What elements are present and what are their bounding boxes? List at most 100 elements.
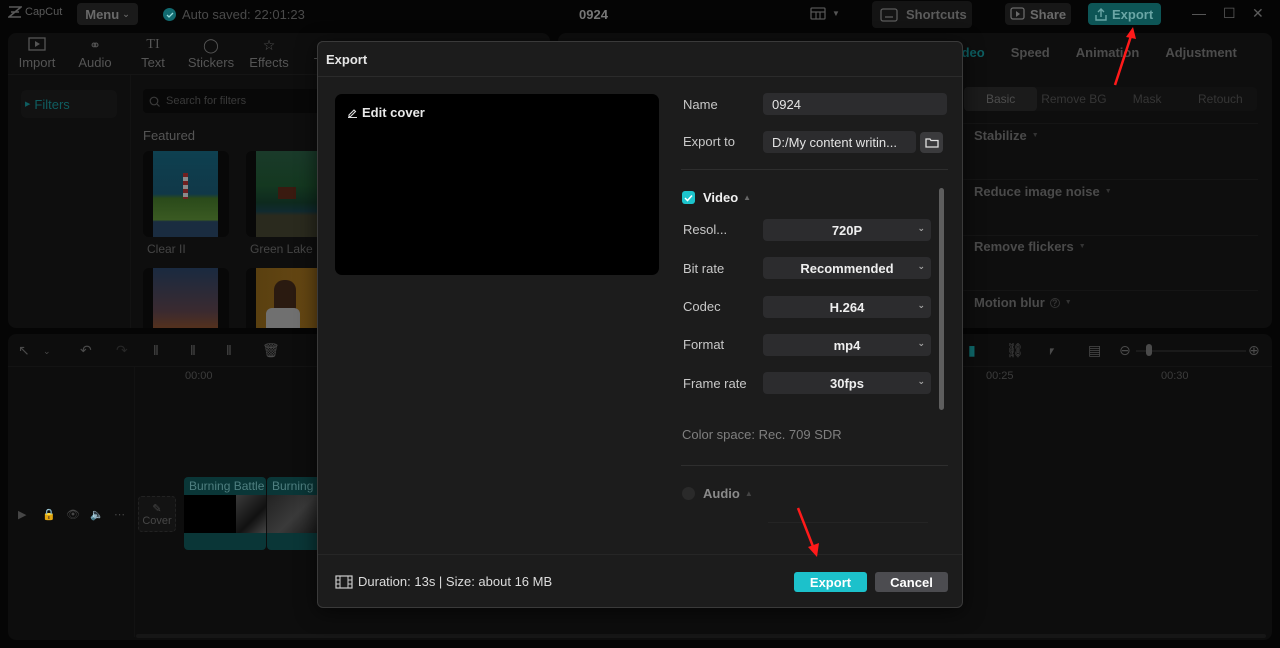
- divider: [958, 179, 1258, 180]
- share-button[interactable]: Share: [1005, 3, 1071, 25]
- subtab-retouch[interactable]: Retouch: [1184, 87, 1257, 111]
- undo-icon[interactable]: ↶: [80, 342, 92, 359]
- autosave-text: Auto saved: 22:01:23: [182, 7, 305, 22]
- export-top-label: Export: [1112, 6, 1154, 22]
- name-input[interactable]: 0924: [763, 93, 947, 115]
- lighthouse-image: [153, 151, 218, 237]
- tab-text-label: Text: [141, 55, 165, 70]
- delete-icon[interactable]: 🗑: [262, 342, 280, 359]
- checkmark-icon: [684, 194, 693, 202]
- name-label: Name: [683, 97, 718, 112]
- divider: [130, 75, 131, 328]
- zoom-out-icon[interactable]: ⊖: [1119, 342, 1131, 359]
- tab-text[interactable]: TI Text: [124, 33, 182, 74]
- split-right-icon[interactable]: ‖: [226, 342, 232, 358]
- divider: [681, 169, 948, 170]
- upload-icon: [1095, 7, 1107, 21]
- select-tool-icon[interactable]: ↖: [18, 342, 30, 359]
- filter-thumbnail-clear-ii[interactable]: [143, 151, 229, 237]
- subtab-mask[interactable]: Mask: [1111, 87, 1184, 111]
- zoom-slider[interactable]: [1136, 344, 1246, 356]
- reduce-noise-row[interactable]: Reduce image noise ▼: [974, 184, 1112, 199]
- resolution-select[interactable]: 720P ⌄: [763, 219, 931, 241]
- more-icon[interactable]: ⋯: [114, 508, 125, 521]
- shortcuts-button[interactable]: Shortcuts: [872, 1, 972, 28]
- stickers-icon: ◯: [203, 37, 219, 53]
- subtab-basic[interactable]: Basic: [964, 87, 1038, 111]
- volume-icon[interactable]: 🔈: [90, 508, 104, 521]
- timeline-scrollbar[interactable]: [136, 634, 1266, 638]
- chevron-down-icon: ⌄: [917, 223, 925, 233]
- caret-down-icon: ▼: [1031, 132, 1039, 139]
- cover-preview[interactable]: Edit cover: [335, 94, 659, 275]
- export-button[interactable]: Export: [794, 572, 867, 592]
- tab-stickers[interactable]: ◯ Stickers: [182, 33, 240, 74]
- motion-blur-row[interactable]: Motion blur ? ▼: [974, 295, 1072, 310]
- keyboard-icon: [880, 7, 898, 22]
- video-section-toggle[interactable]: Video ▲: [682, 190, 751, 205]
- video-subtabs: Basic Remove BG Mask Retouch: [964, 87, 1257, 111]
- format-select[interactable]: mp4 ⌄: [763, 334, 931, 356]
- subtab-remove-bg[interactable]: Remove BG: [1037, 87, 1110, 111]
- close-button[interactable]: ✕: [1252, 5, 1264, 22]
- zoom-slider-handle[interactable]: [1146, 344, 1152, 356]
- layout-toggle[interactable]: ▼: [810, 7, 840, 20]
- share-icon: [1010, 7, 1025, 20]
- export-top-button[interactable]: Export: [1088, 3, 1161, 25]
- tab-speed[interactable]: Speed: [1011, 45, 1050, 60]
- split-left-icon[interactable]: ‖: [190, 342, 196, 358]
- filter-search-input[interactable]: Search for filters: [143, 89, 343, 113]
- codec-select[interactable]: H.264 ⌄: [763, 296, 931, 318]
- timeline-clip[interactable]: Burning Battle: [184, 477, 266, 550]
- tab-adjustment[interactable]: Adjustment: [1165, 45, 1237, 60]
- export-summary: Duration: 13s | Size: about 16 MB: [335, 574, 552, 589]
- tab-animation[interactable]: Animation: [1076, 45, 1140, 60]
- framerate-select[interactable]: 30fps ⌄: [763, 372, 931, 394]
- audio-section-toggle[interactable]: Audio ▲: [682, 486, 753, 501]
- split-preview-icon[interactable]: ⎖: [1046, 342, 1057, 359]
- eye-icon[interactable]: 👁: [66, 508, 80, 521]
- split-icon[interactable]: ‖: [153, 342, 159, 358]
- bitrate-select[interactable]: Recommended ⌄: [763, 257, 931, 279]
- pencil-icon: [348, 109, 357, 118]
- tab-effects[interactable]: ☆ Effects: [240, 33, 298, 74]
- settings-scrollbar[interactable]: [939, 188, 944, 410]
- lock-icon[interactable]: 🔒: [42, 508, 56, 521]
- menu-button[interactable]: Menu ⌄: [77, 3, 138, 25]
- export-path-input[interactable]: D:/My content writin...: [763, 131, 916, 153]
- clip-name: Burning: [272, 479, 314, 493]
- browse-folder-button[interactable]: [920, 132, 943, 153]
- remove-flickers-row[interactable]: Remove flickers ▼: [974, 239, 1086, 254]
- divider: [318, 554, 962, 555]
- audio-checkbox[interactable]: [682, 487, 695, 500]
- video-checkbox[interactable]: [682, 191, 695, 204]
- chevron-down-icon: ⌄: [917, 338, 925, 348]
- minimize-button[interactable]: —: [1192, 5, 1206, 21]
- maximize-button[interactable]: ☐: [1223, 5, 1236, 22]
- sidebar-item-filters[interactable]: ▶ Filters: [21, 90, 117, 118]
- audio-icon: ⚭: [89, 37, 101, 53]
- cancel-button[interactable]: Cancel: [875, 572, 948, 592]
- cover-button[interactable]: ✎ Cover: [138, 496, 176, 532]
- track-video-icon[interactable]: ▶: [18, 508, 26, 521]
- tab-audio[interactable]: ⚭ Audio: [66, 33, 124, 74]
- redo-icon[interactable]: ↷: [116, 342, 128, 359]
- stabilize-row[interactable]: Stabilize ▼: [974, 128, 1039, 143]
- edit-cover-button[interactable]: Edit cover: [347, 105, 425, 120]
- video-section-label: Video: [703, 190, 739, 205]
- tab-import[interactable]: Import: [8, 33, 66, 74]
- divider: [958, 290, 1258, 291]
- filter-label: Clear II: [147, 242, 186, 256]
- stabilize-label: Stabilize: [974, 128, 1027, 143]
- link-icon[interactable]: ⛓: [1006, 342, 1024, 359]
- capcut-app: CapCut Menu ⌄ Auto saved: 22:01:23 0924 …: [0, 0, 1280, 648]
- clip-frames: [184, 495, 266, 533]
- zoom-in-icon[interactable]: ⊕: [1248, 342, 1260, 359]
- auto-snap-icon[interactable]: ▮: [968, 342, 976, 359]
- search-placeholder: Search for filters: [166, 95, 247, 107]
- chevron-down-icon[interactable]: ⌄: [43, 346, 51, 357]
- filter-thumbnail[interactable]: [143, 268, 229, 328]
- menu-label: Menu: [85, 6, 120, 22]
- import-icon: [28, 37, 46, 53]
- zoom-fit-icon[interactable]: ▤: [1088, 342, 1101, 359]
